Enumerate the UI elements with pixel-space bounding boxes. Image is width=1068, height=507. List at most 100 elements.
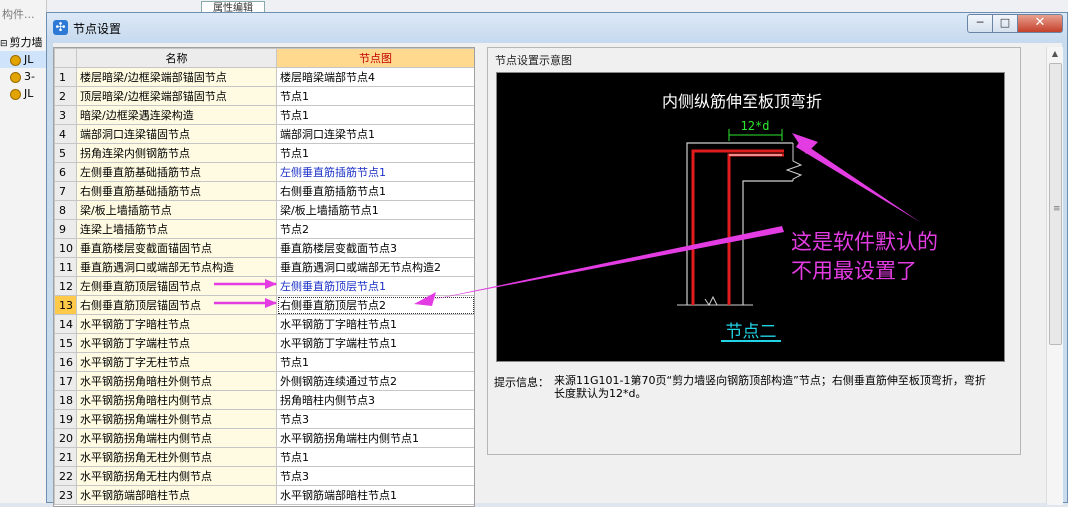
row-number[interactable]: 17 [54,371,77,391]
row-node-image[interactable]: 楼层暗梁端部节点4 [276,67,474,87]
component-tree: ⊟ 剪力墙 JL 3- JL [0,34,46,102]
row-number[interactable]: 15 [54,333,77,353]
row-node-image[interactable]: 右侧垂直筋插筋节点1 [276,181,474,201]
table-row[interactable]: 7 右侧垂直筋基础插筋节点 右侧垂直筋插筋节点1 [54,181,474,201]
table-row[interactable]: 19 水平钢筋拐角端柱外侧节点 节点3 [54,409,474,429]
table-row[interactable]: 16 水平钢筋丁字无柱节点 节点1 [54,352,474,372]
table-row[interactable]: 8 梁/板上墙插筋节点 梁/板上墙插筋节点1 [54,200,474,220]
row-number[interactable]: 4 [54,124,77,144]
table-row[interactable]: 3 暗梁/边框梁遇连梁构造 节点1 [54,105,474,125]
row-number[interactable]: 2 [54,86,77,106]
vertical-scrollbar[interactable]: ▲ ≡ [1046,47,1063,505]
row-node-image[interactable]: 端部洞口连梁节点1 [276,124,474,144]
table-row[interactable]: 20 水平钢筋拐角端柱内侧节点 水平钢筋拐角端柱内侧节点1 [54,428,474,448]
table-header-row: 名称 节点图 [54,48,474,68]
table-row[interactable]: 15 水平钢筋丁字端柱节点 水平钢筋丁字端柱节点1 [54,333,474,353]
row-name: 右侧垂直筋顶层锚固节点 [76,295,277,315]
row-number[interactable]: 8 [54,200,77,220]
row-number[interactable]: 6 [54,162,77,182]
component-icon [10,54,21,66]
table-row[interactable]: 5 拐角连梁内侧钢筋节点 节点1 [54,143,474,163]
row-name: 拐角连梁内侧钢筋节点 [76,143,277,163]
row-name: 右侧垂直筋基础插筋节点 [76,181,277,201]
row-node-image[interactable]: 节点3 [276,466,474,486]
table-row[interactable]: 1 楼层暗梁/边框梁端部锚固节点 楼层暗梁端部节点4 [54,67,474,87]
row-number[interactable]: 9 [54,219,77,239]
table-row[interactable]: 11 垂直筋遇洞口或端部无节点构造 垂直筋遇洞口或端部无节点构造2 [54,257,474,277]
table-row[interactable]: 4 端部洞口连梁锚固节点 端部洞口连梁节点1 [54,124,474,144]
row-node-image[interactable]: 节点3 [276,409,474,429]
row-number[interactable]: 19 [54,409,77,429]
row-number[interactable]: 11 [54,257,77,277]
table-row[interactable]: 18 水平钢筋拐角暗柱内侧节点 拐角暗柱内侧节点3 [54,390,474,410]
row-number[interactable]: 7 [54,181,77,201]
row-node-image[interactable]: 节点2 [276,219,474,239]
maximize-button[interactable]: □ [992,14,1018,33]
row-number[interactable]: 14 [54,314,77,334]
table-row[interactable]: 2 顶层暗梁/边框梁端部锚固节点 节点1 [54,86,474,106]
row-node-image[interactable]: 水平钢筋丁字暗柱节点1 [276,314,474,334]
table-row[interactable]: 22 水平钢筋拐角无柱内侧节点 节点3 [54,466,474,486]
row-node-image[interactable]: 水平钢筋丁字端柱节点1 [276,333,474,353]
row-node-image[interactable]: 左侧垂直筋顶层节点1 [276,276,474,296]
row-number[interactable]: 21 [54,447,77,467]
row-node-image[interactable]: 梁/板上墙插筋节点1 [276,200,474,220]
minimize-button[interactable]: ─ [967,14,993,33]
tree-node[interactable]: JL [0,85,46,102]
row-number[interactable]: 13 [54,295,77,315]
row-node-image[interactable]: 垂直筋遇洞口或端部无节点构造2 [276,257,474,277]
table-row[interactable]: 9 连梁上墙插筋节点 节点2 [54,219,474,239]
table-row[interactable]: 13 右侧垂直筋顶层锚固节点 右侧垂直筋顶层节点2 [54,295,474,315]
row-name: 水平钢筋拐角暗柱内侧节点 [76,390,277,410]
row-node-image[interactable]: 节点1 [276,105,474,125]
table-row[interactable]: 6 左侧垂直筋基础插筋节点 左侧垂直筋插筋节点1 [54,162,474,182]
row-node-image[interactable]: 节点1 [276,447,474,467]
tree-node[interactable]: ⊟ 剪力墙 [0,34,46,51]
annotation-line-1: 这是软件默认的 [791,230,938,254]
row-number[interactable]: 23 [54,485,77,505]
close-button[interactable]: ✕ [1017,14,1063,33]
row-node-image[interactable]: 垂直筋楼层变截面节点3 [276,238,474,258]
table-row[interactable]: 17 水平钢筋拐角暗柱外侧节点 外侧钢筋连续通过节点2 [54,371,474,391]
row-number[interactable]: 1 [54,67,77,87]
row-name: 端部洞口连梁锚固节点 [76,124,277,144]
table-row[interactable]: 10 垂直筋楼层变截面锚固节点 垂直筋楼层变截面节点3 [54,238,474,258]
row-node-image[interactable]: 节点1 [276,143,474,163]
outer-rebar [691,149,784,305]
node-table: 名称 节点图 1 楼层暗梁/边框梁端部锚固节点 楼层暗梁端部节点4 2 顶层暗梁/边框梁… [53,47,475,507]
row-name: 水平钢筋丁字暗柱节点 [76,314,277,334]
row-node-image[interactable]: 节点1 [276,352,474,372]
row-number[interactable]: 10 [54,238,77,258]
hint-text: 来源11G101-1第70页“剪力墙竖向钢筋顶部构造”节点；右侧垂直筋伸至板顶弯… [554,374,986,400]
row-number[interactable]: 5 [54,143,77,163]
tree-node[interactable]: 3- [0,68,46,85]
row-number[interactable]: 18 [54,390,77,410]
scroll-up-icon[interactable]: ▲ [1047,47,1063,61]
tree-node[interactable]: JL [0,51,46,68]
table-row[interactable]: 14 水平钢筋丁字暗柱节点 水平钢筋丁字暗柱节点1 [54,314,474,334]
row-name: 水平钢筋拐角端柱外侧节点 [76,409,277,429]
row-number[interactable]: 22 [54,466,77,486]
row-node-image[interactable]: 右侧垂直筋顶层节点2 [276,295,474,315]
row-name: 水平钢筋丁字端柱节点 [76,333,277,353]
table-row[interactable]: 21 水平钢筋拐角无柱外侧节点 节点1 [54,447,474,467]
row-number[interactable]: 16 [54,352,77,372]
row-number[interactable]: 20 [54,428,77,448]
header-name[interactable]: 名称 [76,48,277,68]
table-row[interactable]: 23 水平钢筋端部暗柱节点 水平钢筋端部暗柱节点1 [54,485,474,505]
dimension-label: 12*d [741,119,770,133]
titlebar: ✣ 节点设置 ─ □ ✕ [47,13,1067,43]
row-node-image[interactable]: 外侧钢筋连续通过节点2 [276,371,474,391]
row-number[interactable]: 12 [54,276,77,296]
row-node-image[interactable]: 节点1 [276,86,474,106]
component-search-input[interactable]: 构件... [0,6,46,24]
scroll-thumb[interactable]: ≡ [1049,63,1062,345]
row-number[interactable]: 3 [54,105,77,125]
row-node-image[interactable]: 水平钢筋拐角端柱内侧节点1 [276,428,474,448]
header-node-image[interactable]: 节点图 [276,48,474,68]
row-node-image[interactable]: 拐角暗柱内侧节点3 [276,390,474,410]
table-row[interactable]: 12 左侧垂直筋顶层锚固节点 左侧垂直筋顶层节点1 [54,276,474,296]
background-toolbar: 属性编辑 [46,0,1068,17]
row-node-image[interactable]: 水平钢筋端部暗柱节点1 [276,485,474,505]
row-node-image[interactable]: 左侧垂直筋插筋节点1 [276,162,474,182]
